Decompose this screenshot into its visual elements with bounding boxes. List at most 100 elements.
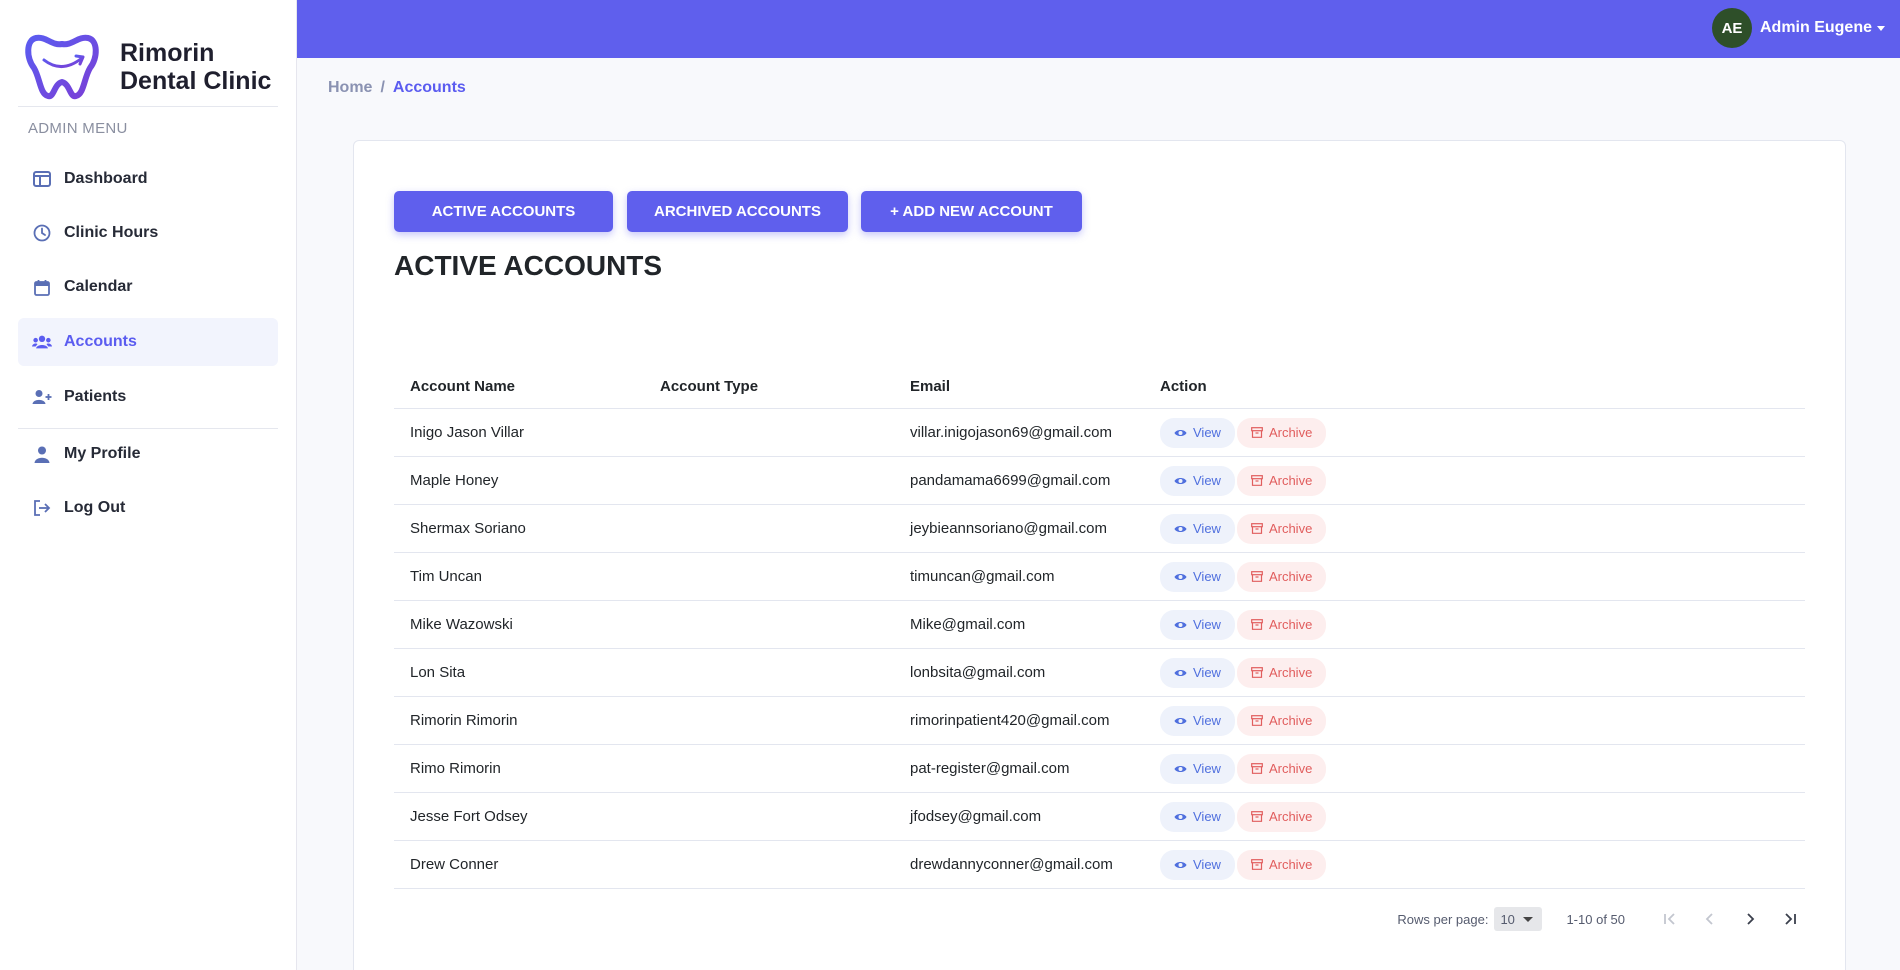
email-cell: drewdannyconner@gmail.com (910, 856, 1113, 873)
archive-button[interactable]: Archive (1236, 561, 1327, 592)
first-page-button[interactable] (1655, 906, 1685, 932)
archive-button[interactable]: Archive (1236, 417, 1327, 448)
dashboard-icon (32, 169, 52, 189)
email-cell: jfodsey@gmail.com (910, 808, 1042, 825)
menu-heading: ADMIN MENU (28, 120, 128, 137)
last-page-button[interactable] (1775, 906, 1805, 932)
archive-label: Archive (1268, 617, 1313, 632)
next-page-button[interactable] (1735, 906, 1765, 932)
view-label: View (1193, 569, 1221, 584)
archive-button[interactable]: Archive (1236, 609, 1327, 640)
archive-button[interactable]: Archive (1236, 705, 1327, 736)
caret-down-icon (1877, 25, 1885, 31)
view-button[interactable]: View (1160, 705, 1235, 736)
view-label: View (1193, 857, 1221, 872)
account-name-cell: Rimo Rimorin (410, 760, 501, 777)
sidebar-item-dashboard[interactable]: Dashboard (18, 155, 278, 203)
action-cell: View Archive (1144, 561, 1805, 592)
action-cell: View Archive (1144, 705, 1805, 736)
add-new-account-button[interactable]: + ADD NEW ACCOUNT (861, 191, 1082, 232)
action-cell: View Archive (1144, 801, 1805, 832)
archived-accounts-button[interactable]: ARCHIVED ACCOUNTS (627, 191, 848, 232)
account-name-cell: Mike Wazowski (410, 616, 513, 633)
divider (18, 106, 278, 107)
archive-label: Archive (1268, 569, 1313, 584)
sidebar-item-clinic-hours[interactable]: Clinic Hours (18, 209, 278, 257)
eye-icon (1174, 621, 1187, 628)
view-button[interactable]: View (1160, 753, 1235, 784)
tooth-logo-icon (25, 34, 99, 100)
table-row: Drew Conner drewdannyconner@gmail.com View… (394, 841, 1805, 889)
column-header-account-name[interactable]: Account Name (394, 378, 644, 395)
archive-icon (1251, 571, 1263, 582)
account-name-cell: Tim Uncan (410, 568, 482, 585)
breadcrumb-current: Accounts (392, 79, 466, 96)
view-button[interactable]: View (1160, 561, 1235, 592)
email-cell: timuncan@gmail.com (910, 568, 1055, 585)
archive-label: Archive (1268, 809, 1313, 824)
view-button[interactable]: View (1160, 513, 1235, 544)
action-cell: View Archive (1144, 609, 1805, 640)
table-row: Rimo Rimorin pat-register@gmail.com View Ar… (394, 745, 1805, 793)
view-button[interactable]: View (1160, 849, 1235, 880)
sidebar-item-my-profile[interactable]: My Profile (18, 430, 278, 478)
eye-icon (1174, 765, 1187, 772)
email-cell: jeybieannsoriano@gmail.com (910, 520, 1107, 537)
archive-button[interactable]: Archive (1236, 849, 1327, 880)
view-label: View (1193, 521, 1221, 536)
divider (18, 428, 278, 429)
action-cell: View Archive (1144, 849, 1805, 880)
archive-button[interactable]: Archive (1236, 465, 1327, 496)
account-name-cell: Rimorin Rimorin (410, 712, 518, 729)
chevron-right-icon (1747, 913, 1755, 925)
archive-label: Archive (1268, 761, 1313, 776)
sidebar-item-patients[interactable]: Patients (18, 373, 278, 421)
view-button[interactable]: View (1160, 465, 1235, 496)
archive-label: Archive (1268, 473, 1313, 488)
column-header-account-type[interactable]: Account Type (644, 378, 894, 395)
eye-icon (1174, 813, 1187, 820)
previous-page-button[interactable] (1695, 906, 1725, 932)
clock-icon (32, 223, 52, 243)
eye-icon (1174, 669, 1187, 676)
view-button[interactable]: View (1160, 657, 1235, 688)
table-header: Account Name Account Type Email Action (394, 364, 1805, 409)
account-name-cell: Jesse Fort Odsey (410, 808, 528, 825)
avatar: AE (1711, 8, 1752, 48)
archive-label: Archive (1268, 857, 1313, 872)
archive-button[interactable]: Archive (1236, 513, 1327, 544)
table-row: Inigo Jason Villar villar.inigojason69@gm… (394, 409, 1805, 457)
breadcrumb-home-link[interactable]: Home (328, 79, 372, 97)
eye-icon (1174, 477, 1187, 484)
view-label: View (1193, 761, 1221, 776)
users-icon (32, 332, 52, 352)
archive-button[interactable]: Archive (1236, 657, 1327, 688)
sidebar-item-log-out[interactable]: Log Out (18, 484, 278, 532)
action-cell: View Archive (1144, 513, 1805, 544)
view-button[interactable]: View (1160, 609, 1235, 640)
email-cell: pandamama6699@gmail.com (910, 472, 1111, 489)
column-header-email[interactable]: Email (894, 378, 1144, 395)
archive-button[interactable]: Archive (1236, 801, 1327, 832)
view-button[interactable]: View (1160, 417, 1235, 448)
brand-line-2: Dental Clinic (120, 67, 272, 95)
archive-label: Archive (1268, 521, 1313, 536)
view-label: View (1193, 809, 1221, 824)
view-button[interactable]: View (1160, 801, 1235, 832)
archive-label: Archive (1268, 425, 1313, 440)
brand[interactable]: Rimorin Dental Clinic (24, 24, 284, 110)
table-row: Maple Honey pandamama6699@gmail.com View Ar… (394, 457, 1805, 505)
rows-per-page-select[interactable]: 10 (1494, 907, 1543, 931)
sidebar: Rimorin Dental Clinic ADMIN MENU Dashboa… (0, 0, 297, 970)
archive-icon (1251, 427, 1263, 438)
archive-icon (1251, 667, 1263, 678)
rows-per-page-value: 10 (1500, 911, 1515, 927)
column-header-action: Action (1160, 377, 1207, 395)
page-title: ACTIVE ACCOUNTS (394, 250, 663, 281)
table-body: Inigo Jason Villar villar.inigojason69@gm… (394, 409, 1805, 889)
sidebar-item-accounts[interactable]: Accounts (18, 318, 278, 366)
archive-button[interactable]: Archive (1236, 753, 1327, 784)
active-accounts-button[interactable]: ACTIVE ACCOUNTS (394, 191, 613, 232)
user-menu-dropdown[interactable]: AE Admin Eugene (1711, 8, 1885, 48)
sidebar-item-calendar[interactable]: Calendar (18, 263, 278, 311)
